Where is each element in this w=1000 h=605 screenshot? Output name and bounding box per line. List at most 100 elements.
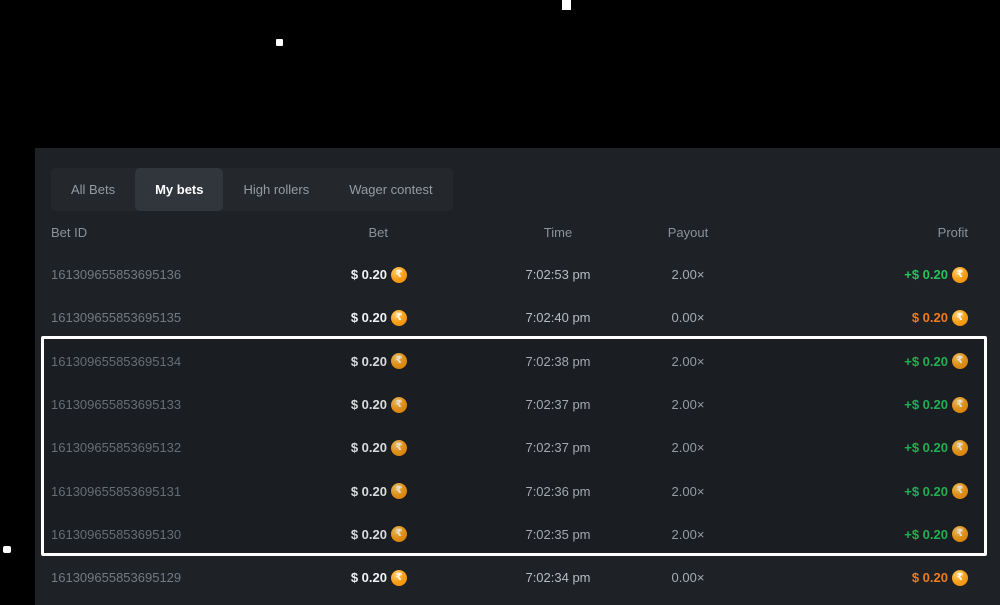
- bets-tabs: All Bets My bets High rollers Wager cont…: [51, 168, 453, 211]
- bet-amount-cell: $ 0.20 ₹: [327, 483, 407, 499]
- profit-amount: +$ 0.20: [904, 527, 948, 542]
- bet-amount: $ 0.20: [351, 397, 387, 412]
- rupee-coin-icon: ₹: [952, 483, 968, 499]
- profit-amount: $ 0.20: [912, 310, 948, 325]
- profit-amount: +$ 0.20: [904, 267, 948, 282]
- rupee-coin-icon: ₹: [391, 267, 407, 283]
- rupee-coin-icon: ₹: [952, 353, 968, 369]
- bet-amount: $ 0.20: [351, 484, 387, 499]
- col-header-time: Time: [488, 225, 628, 240]
- profit-amount: $ 0.20: [912, 570, 948, 585]
- payout-cell: 2.00×: [628, 527, 748, 542]
- profit-amount: +$ 0.20: [904, 440, 948, 455]
- payout-cell: 0.00×: [628, 570, 748, 585]
- time-cell: 7:02:38 pm: [488, 354, 628, 369]
- payout-cell: 2.00×: [628, 354, 748, 369]
- table-header: Bet ID Bet Time Payout Profit: [51, 219, 968, 245]
- bet-id-cell: 161309655853695132: [51, 440, 327, 455]
- bet-amount: $ 0.20: [351, 527, 387, 542]
- tab-label: High rollers: [243, 182, 309, 197]
- rupee-coin-icon: ₹: [391, 483, 407, 499]
- rupee-coin-icon: ₹: [952, 267, 968, 283]
- tab[interactable]: My bets: [135, 168, 223, 211]
- annotation-mark-top: [562, 0, 571, 10]
- rupee-coin-icon: ₹: [952, 526, 968, 542]
- bet-amount-cell: $ 0.20 ₹: [327, 526, 407, 542]
- rupee-coin-icon: ₹: [391, 353, 407, 369]
- profit-cell: +$ 0.20 ₹: [748, 483, 968, 499]
- profit-cell: +$ 0.20 ₹: [748, 526, 968, 542]
- bet-id-cell: 161309655853695136: [51, 267, 327, 282]
- page: All Bets My bets High rollers Wager cont…: [0, 0, 1000, 605]
- bet-row[interactable]: 161309655853695132 $ 0.20 ₹ 7:02:37 pm 2…: [51, 426, 968, 469]
- bet-amount: $ 0.20: [351, 570, 387, 585]
- bet-amount-cell: $ 0.20 ₹: [327, 397, 407, 413]
- bet-amount-cell: $ 0.20 ₹: [327, 440, 407, 456]
- bet-row[interactable]: 161309655853695131 $ 0.20 ₹ 7:02:36 pm 2…: [51, 469, 968, 512]
- bet-id-cell: 161309655853695133: [51, 397, 327, 412]
- bet-row[interactable]: 161309655853695134 $ 0.20 ₹ 7:02:38 pm 2…: [51, 340, 968, 383]
- profit-cell: +$ 0.20 ₹: [748, 267, 968, 283]
- col-header-bet: Bet: [327, 225, 407, 240]
- bet-amount: $ 0.20: [351, 440, 387, 455]
- rupee-coin-icon: ₹: [391, 570, 407, 586]
- profit-amount: +$ 0.20: [904, 354, 948, 369]
- bet-row[interactable]: 161309655853695129 $ 0.20 ₹ 7:02:34 pm 0…: [51, 556, 968, 599]
- time-cell: 7:02:34 pm: [488, 570, 628, 585]
- profit-amount: +$ 0.20: [904, 397, 948, 412]
- col-header-profit: Profit: [748, 225, 968, 240]
- tab-label: Wager contest: [349, 182, 432, 197]
- rupee-coin-icon: ₹: [391, 440, 407, 456]
- bet-id-cell: 161309655853695129: [51, 570, 327, 585]
- payout-cell: 2.00×: [628, 267, 748, 282]
- rupee-coin-icon: ₹: [952, 397, 968, 413]
- time-cell: 7:02:37 pm: [488, 440, 628, 455]
- bet-id-cell: 161309655853695130: [51, 527, 327, 542]
- tab[interactable]: High rollers: [223, 168, 329, 211]
- profit-cell: $ 0.20 ₹: [748, 570, 968, 586]
- rupee-coin-icon: ₹: [952, 440, 968, 456]
- annotation-mark-left: [3, 546, 11, 553]
- bet-amount-cell: $ 0.20 ₹: [327, 267, 407, 283]
- bet-row[interactable]: 161309655853695130 $ 0.20 ₹ 7:02:35 pm 2…: [51, 513, 968, 556]
- payout-cell: 2.00×: [628, 440, 748, 455]
- rupee-coin-icon: ₹: [952, 570, 968, 586]
- tab-label: All Bets: [71, 182, 115, 197]
- profit-cell: $ 0.20 ₹: [748, 310, 968, 326]
- rupee-coin-icon: ₹: [391, 310, 407, 326]
- payout-cell: 0.00×: [628, 310, 748, 325]
- bet-amount-cell: $ 0.20 ₹: [327, 570, 407, 586]
- time-cell: 7:02:37 pm: [488, 397, 628, 412]
- bet-amount-cell: $ 0.20 ₹: [327, 310, 407, 326]
- rupee-coin-icon: ₹: [391, 526, 407, 542]
- time-cell: 7:02:36 pm: [488, 484, 628, 499]
- tab-label: My bets: [155, 182, 203, 197]
- bet-amount-cell: $ 0.20 ₹: [327, 353, 407, 369]
- time-cell: 7:02:40 pm: [488, 310, 628, 325]
- rupee-coin-icon: ₹: [391, 397, 407, 413]
- bet-id-cell: 161309655853695135: [51, 310, 327, 325]
- rupee-coin-icon: ₹: [952, 310, 968, 326]
- profit-cell: +$ 0.20 ₹: [748, 397, 968, 413]
- profit-amount: +$ 0.20: [904, 484, 948, 499]
- bet-id-cell: 161309655853695131: [51, 484, 327, 499]
- bet-amount: $ 0.20: [351, 310, 387, 325]
- bet-row[interactable]: 161309655853695135 $ 0.20 ₹ 7:02:40 pm 0…: [51, 296, 968, 339]
- profit-cell: +$ 0.20 ₹: [748, 440, 968, 456]
- time-cell: 7:02:35 pm: [488, 527, 628, 542]
- col-header-bet-id: Bet ID: [51, 225, 327, 240]
- bet-row[interactable]: 161309655853695136 $ 0.20 ₹ 7:02:53 pm 2…: [51, 253, 968, 296]
- tab[interactable]: Wager contest: [329, 168, 452, 211]
- bet-amount: $ 0.20: [351, 267, 387, 282]
- col-header-payout: Payout: [628, 225, 748, 240]
- tab[interactable]: All Bets: [51, 168, 135, 211]
- bets-panel: All Bets My bets High rollers Wager cont…: [35, 148, 1000, 605]
- annotation-mark-upper-left: [276, 39, 283, 46]
- bet-row[interactable]: 161309655853695133 $ 0.20 ₹ 7:02:37 pm 2…: [51, 383, 968, 426]
- payout-cell: 2.00×: [628, 397, 748, 412]
- payout-cell: 2.00×: [628, 484, 748, 499]
- table-body: 161309655853695136 $ 0.20 ₹ 7:02:53 pm 2…: [51, 253, 968, 599]
- bet-id-cell: 161309655853695134: [51, 354, 327, 369]
- bet-amount: $ 0.20: [351, 354, 387, 369]
- time-cell: 7:02:53 pm: [488, 267, 628, 282]
